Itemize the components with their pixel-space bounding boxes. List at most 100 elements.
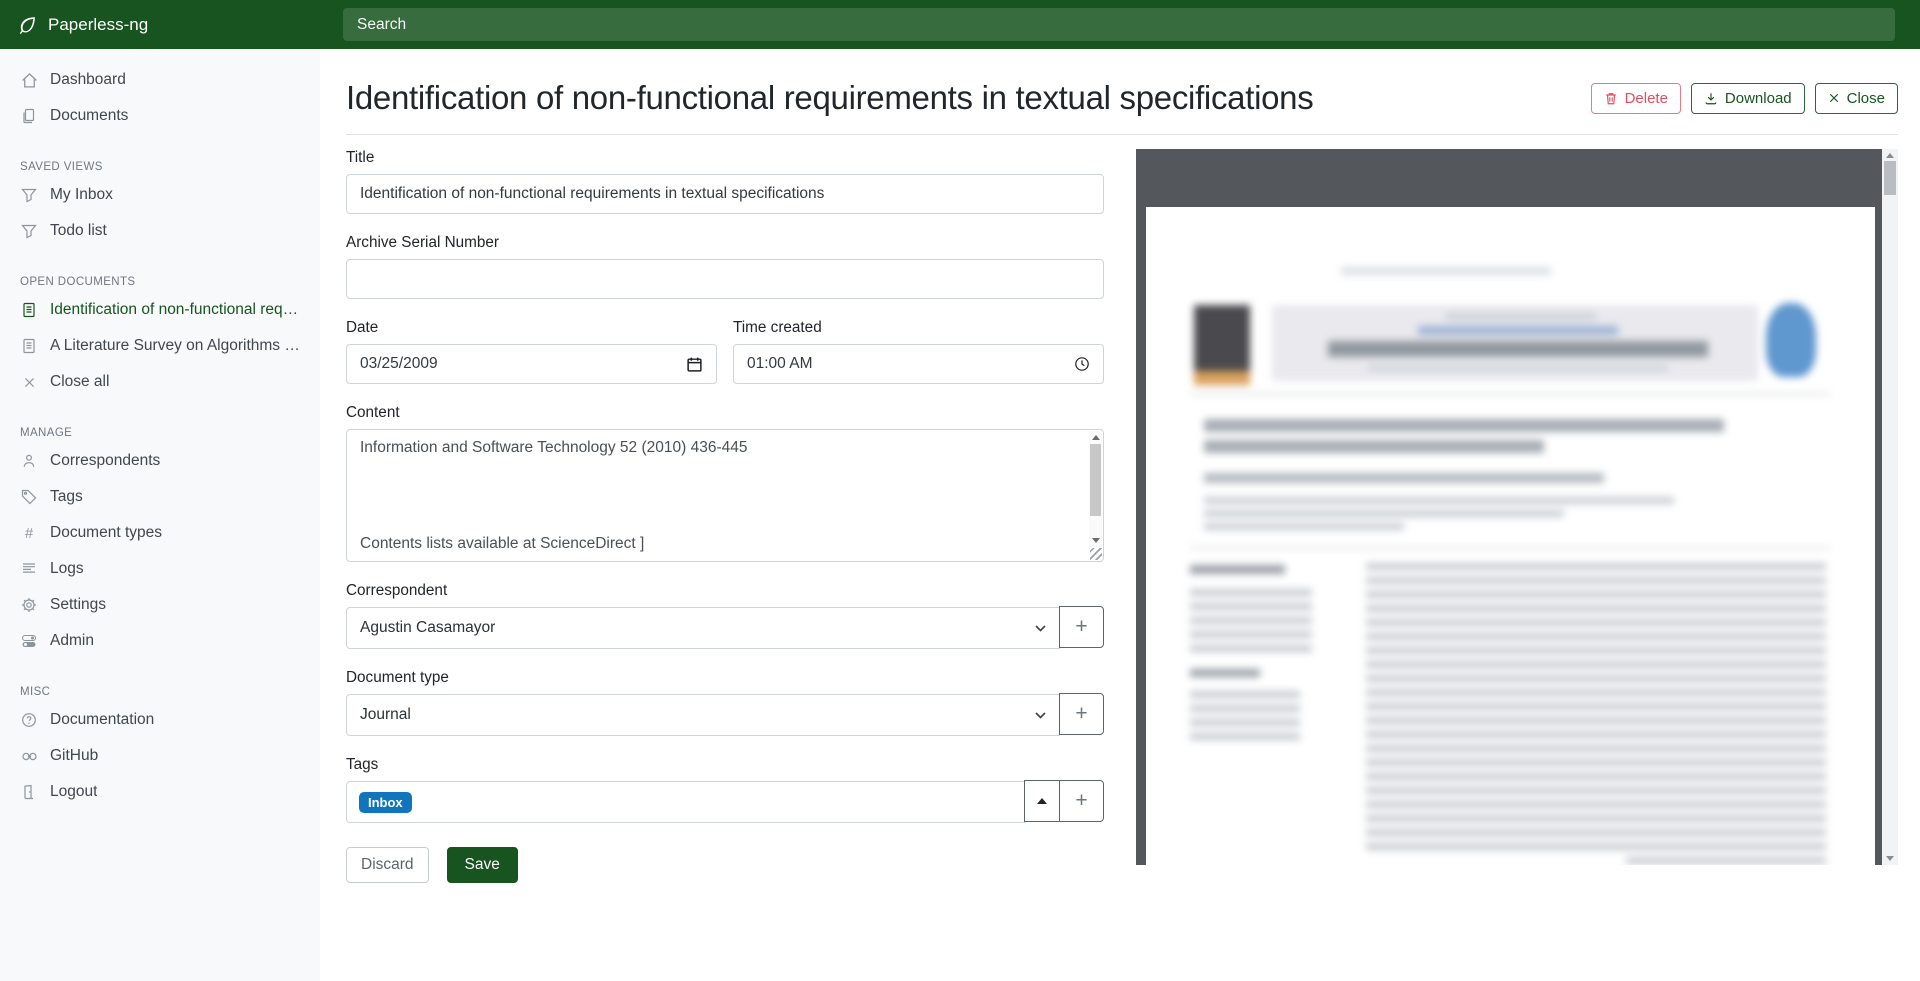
sidebar-item-label: A Literature Survey on Algorithms for Mu… (50, 337, 300, 355)
sidebar-item-dashboard[interactable]: Dashboard (0, 62, 320, 98)
page-title: Identification of non-functional require… (346, 79, 1313, 117)
sidebar-item-my-inbox[interactable]: My Inbox (0, 177, 320, 213)
clock-icon[interactable] (1074, 356, 1090, 372)
person-icon (20, 452, 38, 470)
brand-link[interactable]: Paperless-ng (0, 0, 337, 49)
preview-scroll-up-icon[interactable] (1886, 153, 1894, 158)
sidebar-item-label: Tags (50, 488, 83, 506)
header-actions: Delete Download Close (1591, 83, 1898, 114)
hash-icon: # (20, 524, 38, 542)
sidebar-heading-misc: MISC (0, 686, 320, 698)
textarea-resize-grip[interactable] (1090, 548, 1102, 560)
content-scrollbar[interactable] (1089, 431, 1102, 547)
tags-label: Tags (346, 756, 1104, 774)
date-label: Date (346, 319, 717, 337)
sidebar-item-label: Logout (50, 783, 97, 801)
document-type-label: Document type (346, 669, 1104, 687)
sidebar-item-github[interactable]: GitHub (0, 738, 320, 774)
tag-icon (20, 488, 38, 506)
asn-input[interactable] (346, 259, 1104, 299)
toggles-icon (20, 632, 38, 650)
sidebar-item-label: Close all (50, 373, 109, 391)
file-text-icon (20, 301, 38, 319)
sidebar-item-todo-list[interactable]: Todo list (0, 213, 320, 249)
door-icon (20, 783, 38, 801)
sidebar-item-label: My Inbox (50, 186, 113, 204)
preview-page (1146, 207, 1875, 865)
sidebar-item-label: Documentation (50, 711, 154, 729)
add-tag-button[interactable]: + (1059, 780, 1104, 822)
scroll-down-arrow-icon[interactable] (1092, 538, 1100, 543)
correspondent-label: Correspondent (346, 582, 1104, 600)
sidebar-item-label: GitHub (50, 747, 98, 765)
sidebar-item-open-document-2[interactable]: A Literature Survey on Algorithms for Mu… (0, 328, 320, 364)
content-line-1: Information and Software Technology 52 (… (360, 439, 1075, 457)
brand-name: Paperless-ng (48, 15, 148, 35)
sidebar: Dashboard Documents SAVED VIEWS My Inbox… (0, 49, 320, 981)
title-label: Title (346, 149, 1104, 167)
sidebar-item-correspondents[interactable]: Correspondents (0, 443, 320, 479)
correspondent-select[interactable]: Agustin Casamayor (346, 607, 1060, 649)
sidebar-item-label: Correspondents (50, 452, 160, 470)
sidebar-heading-manage: MANAGE (0, 427, 320, 439)
sidebar-item-label: Todo list (50, 222, 107, 240)
sidebar-item-settings[interactable]: Settings (0, 587, 320, 623)
add-correspondent-button[interactable]: + (1059, 606, 1104, 648)
sidebar-item-label: Dashboard (50, 71, 126, 89)
sidebar-item-document-types[interactable]: # Document types (0, 515, 320, 551)
title-input[interactable] (346, 174, 1104, 214)
document-type-select[interactable]: Journal (346, 694, 1060, 736)
sidebar-heading-saved-views: SAVED VIEWS (0, 161, 320, 173)
documents-icon (20, 107, 38, 125)
asn-label: Archive Serial Number (346, 234, 1104, 252)
publisher-logo (1766, 303, 1816, 377)
preview-scrollbar[interactable] (1882, 149, 1898, 865)
sidebar-item-open-document-1[interactable]: Identification of non-functional require… (0, 292, 320, 328)
sidebar-item-documentation[interactable]: Documentation (0, 702, 320, 738)
search-input[interactable] (343, 8, 1895, 41)
sidebar-heading-open-documents: OPEN DOCUMENTS (0, 276, 320, 288)
sidebar-item-label: Logs (50, 560, 84, 578)
content-textarea[interactable]: Information and Software Technology 52 (… (346, 429, 1104, 562)
logs-icon (20, 560, 38, 578)
search-bar (337, 0, 1920, 49)
download-button[interactable]: Download (1691, 83, 1805, 114)
main-content: Identification of non-functional require… (320, 49, 1920, 981)
tags-field[interactable]: Inbox (346, 781, 1025, 823)
sidebar-item-admin[interactable]: Admin (0, 623, 320, 659)
delete-button[interactable]: Delete (1591, 83, 1681, 114)
sidebar-item-logs[interactable]: Logs (0, 551, 320, 587)
plus-icon: + (1075, 789, 1087, 813)
date-input[interactable]: 03/25/2009 (346, 344, 717, 384)
caret-up-icon (1037, 798, 1047, 804)
top-navbar: Paperless-ng (0, 0, 1920, 49)
download-icon (1704, 91, 1718, 106)
sidebar-item-logout[interactable]: Logout (0, 774, 320, 810)
close-button[interactable]: Close (1815, 83, 1898, 114)
time-created-label: Time created (733, 319, 1104, 337)
preview-scrollbar-thumb[interactable] (1884, 161, 1896, 195)
tag-badge-inbox[interactable]: Inbox (359, 792, 412, 813)
discard-button[interactable]: Discard (346, 847, 429, 883)
plus-icon: + (1075, 615, 1087, 639)
add-document-type-button[interactable]: + (1059, 693, 1104, 735)
calendar-icon[interactable] (686, 356, 703, 373)
sidebar-item-label: Documents (50, 107, 128, 125)
leaf-logo-icon (17, 15, 37, 35)
trash-icon (1604, 91, 1618, 106)
sidebar-item-close-all[interactable]: Close all (0, 364, 320, 400)
content-line-2: Contents lists available at ScienceDirec… (360, 535, 1075, 553)
preview-scroll-down-icon[interactable] (1886, 856, 1894, 861)
journal-cover-thumbnail (1194, 305, 1250, 371)
time-created-input[interactable]: 01:00 AM (733, 344, 1104, 384)
document-header: Identification of non-functional require… (346, 49, 1898, 135)
document-preview (1136, 149, 1898, 865)
sidebar-item-tags[interactable]: Tags (0, 479, 320, 515)
sidebar-item-documents[interactable]: Documents (0, 98, 320, 134)
filter-icon (20, 222, 38, 240)
tags-dropdown-button[interactable] (1024, 780, 1060, 822)
content-scrollbar-thumb[interactable] (1090, 444, 1101, 516)
save-button[interactable]: Save (447, 847, 518, 883)
scroll-up-arrow-icon[interactable] (1092, 435, 1100, 440)
close-icon (1828, 92, 1840, 104)
